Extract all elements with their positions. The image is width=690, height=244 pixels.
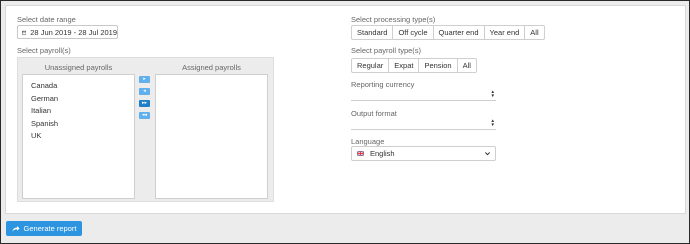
list-item[interactable]: German	[23, 93, 134, 106]
generate-report-label: Generate report	[23, 224, 77, 233]
payroll-type-group: Regular Expat Pension All	[351, 58, 477, 73]
list-item[interactable]: Spanish	[23, 118, 134, 131]
payroll-type-pension-button[interactable]: Pension	[418, 58, 457, 73]
unassigned-payrolls-list[interactable]: Canada German Italian Spanish UK	[22, 74, 135, 199]
output-format-label: Output format	[351, 109, 397, 118]
payroll-selector: Unassigned payrolls Assigned payrolls Ca…	[17, 57, 274, 202]
unassigned-header: Unassigned payrolls	[44, 63, 113, 72]
move-all-right-button[interactable]: ▸▸	[139, 100, 150, 107]
processing-all-button[interactable]: All	[524, 25, 545, 40]
processing-standard-button[interactable]: Standard	[351, 25, 393, 40]
payroll-label: Select payroll(s)	[17, 46, 71, 55]
move-all-left-button[interactable]: ◂◂	[139, 112, 150, 119]
date-range-label: Select date range	[17, 15, 76, 24]
uk-flag-icon	[357, 151, 364, 156]
assigned-header: Assigned payrolls	[182, 63, 241, 72]
assigned-payrolls-list[interactable]	[155, 74, 268, 199]
date-range-picker[interactable]: 28 Jun 2019 - 28 Jul 2019	[17, 25, 118, 39]
reporting-currency-select[interactable]: ▲ ▼	[351, 89, 496, 101]
chevron-down-icon	[484, 152, 491, 156]
output-format-select[interactable]: ▲ ▼	[351, 118, 496, 130]
processing-year-end-button[interactable]: Year end	[483, 25, 525, 40]
language-label: Language	[351, 137, 385, 146]
updown-arrows-icon: ▲ ▼	[490, 89, 495, 98]
share-arrow-icon	[12, 226, 20, 232]
processing-off-cycle-button[interactable]: Off cycle	[392, 25, 433, 40]
reporting-currency-label: Reporting currency	[351, 80, 415, 89]
payroll-type-label: Select payroll type(s)	[351, 46, 422, 55]
list-item[interactable]: UK	[23, 130, 134, 143]
payroll-type-regular-button[interactable]: Regular	[351, 58, 389, 73]
processing-type-group: Standard Off cycle Quarter end Year end …	[351, 25, 545, 40]
processing-type-label: Select processing type(s)	[351, 15, 436, 24]
list-item[interactable]: Canada	[23, 80, 134, 93]
list-item[interactable]: Italian	[23, 105, 134, 118]
date-range-value: 28 Jun 2019 - 28 Jul 2019	[30, 27, 117, 37]
language-value: English	[370, 149, 395, 158]
calendar-icon	[22, 30, 27, 35]
payroll-type-expat-button[interactable]: Expat	[388, 58, 419, 73]
processing-quarter-end-button[interactable]: Quarter end	[432, 25, 484, 40]
move-right-button[interactable]: ▸	[139, 76, 150, 83]
language-select[interactable]: English	[351, 146, 496, 161]
generate-report-button[interactable]: Generate report	[6, 221, 82, 236]
updown-arrows-icon: ▲ ▼	[490, 118, 495, 127]
move-left-button[interactable]: ◂	[139, 88, 150, 95]
payroll-type-all-button[interactable]: All	[456, 58, 477, 73]
